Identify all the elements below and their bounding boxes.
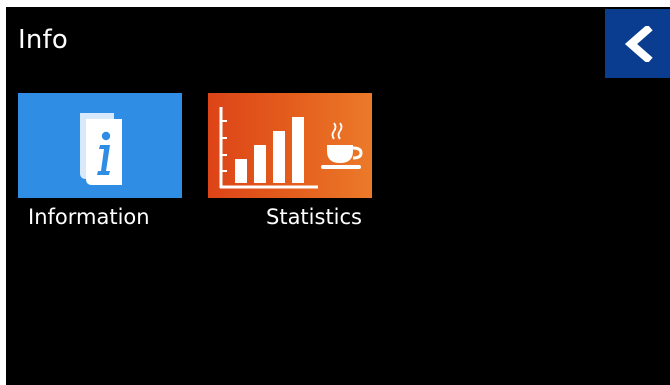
- information-tile[interactable]: [18, 93, 182, 198]
- bar-chart-coffee-icon: [219, 107, 363, 189]
- back-button[interactable]: [605, 9, 670, 78]
- statistics-label: Statistics: [266, 205, 362, 229]
- screen: Info Information Statistics: [6, 7, 670, 385]
- chevron-left-icon: [624, 26, 653, 62]
- information-label: Information: [28, 205, 150, 229]
- statistics-tile[interactable]: [208, 93, 372, 198]
- info-book-icon: [80, 113, 122, 185]
- page-title: Info: [18, 25, 69, 55]
